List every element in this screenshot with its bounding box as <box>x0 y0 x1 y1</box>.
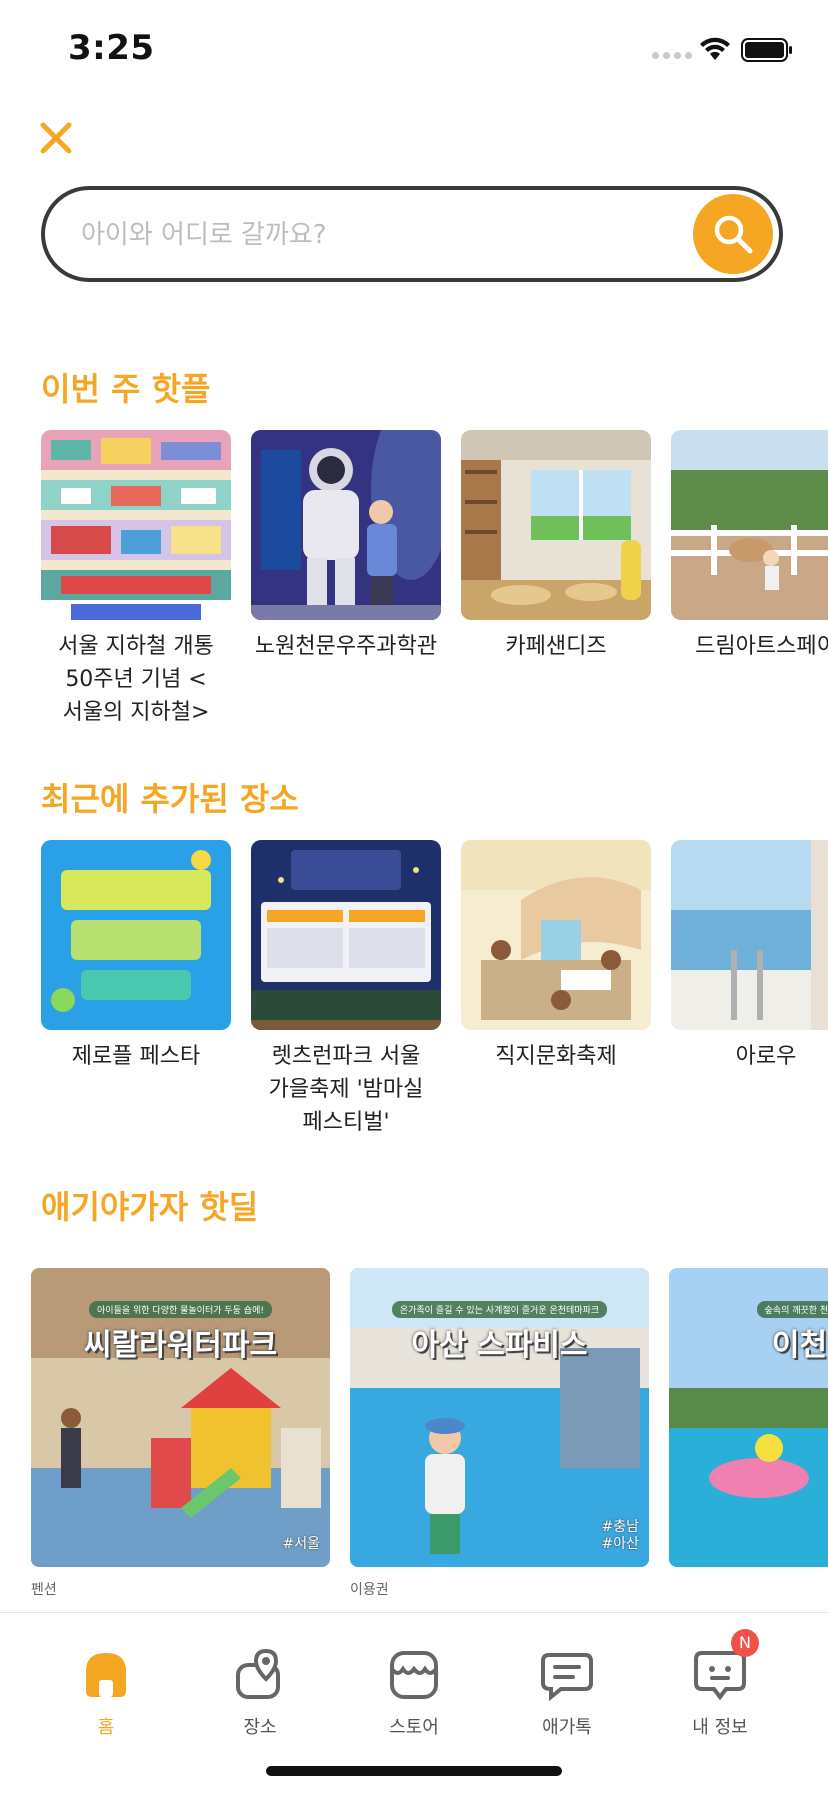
section-title-recent-places: 최근에 추가된 장소 <box>41 780 299 818</box>
map-pin-icon <box>232 1647 288 1703</box>
place-name: 직지문화축제 <box>495 1044 617 1069</box>
deal-subline: 아이들을 위한 다양한 물놀이터가 두둥 숍에! <box>89 1301 272 1318</box>
hot-places-carousel[interactable]: 서울 지하철 개통 50주년 기념 <서울의 지하철> 노원천문우주과학관 카페… <box>41 430 828 729</box>
deal-headline: 이천 테 <box>771 1328 828 1363</box>
search-input[interactable] <box>79 190 683 280</box>
battery-icon <box>741 38 792 62</box>
search-bar <box>41 186 783 282</box>
store-icon <box>386 1647 442 1703</box>
place-name: 드림아트스페이 <box>695 634 828 659</box>
close-button[interactable] <box>38 120 74 156</box>
tab-label: 내 정보 <box>692 1717 748 1738</box>
place-name: 제로플 페스타 <box>71 1044 201 1069</box>
section-title-hot-places: 이번 주 핫플 <box>41 370 211 408</box>
tab-talk[interactable]: 애가톡 <box>507 1647 627 1739</box>
tab-my-info[interactable]: N 내 정보 <box>660 1629 780 1739</box>
cellular-signal-icon <box>652 52 692 59</box>
place-thumbnail <box>251 430 441 620</box>
tab-label: 홈 <box>97 1717 115 1738</box>
place-name: 아로우 <box>735 1044 797 1069</box>
search-icon <box>714 215 753 254</box>
chat-bubble-icon <box>539 1647 595 1703</box>
place-thumbnail <box>461 430 651 620</box>
tab-label: 스토어 <box>389 1717 439 1738</box>
deal-type: 이용권 <box>350 1582 389 1598</box>
place-name: 서울 지하철 개통 50주년 기념 <서울의 지하철> <box>58 634 214 725</box>
deal-type: 펜션 <box>31 1582 57 1598</box>
tab-store[interactable]: 스토어 <box>354 1647 474 1739</box>
deal-card[interactable]: 아이들을 위한 다양한 물놀이터가 두둥 숍에! 씨랄라워터파크 #서울 펜션 <box>31 1268 330 1599</box>
deal-headline: 씨랄라워터파크 <box>83 1328 278 1363</box>
place-card[interactable]: 제로플 페스타 <box>41 840 231 1139</box>
tab-home[interactable]: 홈 <box>46 1647 166 1739</box>
home-indicator[interactable] <box>266 1766 562 1776</box>
deal-thumbnail: 아이들을 위한 다양한 물놀이터가 두둥 숍에! 씨랄라워터파크 #서울 <box>31 1268 330 1567</box>
deal-tag: #충남 #아산 <box>601 1519 640 1552</box>
deal-subline: 온가족이 즐길 수 있는 사계절이 즐거운 온천테마파크 <box>391 1301 608 1318</box>
close-icon <box>40 122 72 154</box>
tab-label: 장소 <box>243 1717 277 1738</box>
place-thumbnail <box>671 840 828 1030</box>
status-time: 3:25 <box>68 28 155 68</box>
recent-places-carousel[interactable]: 제로플 페스타 렛츠런파크 서울 가을축제 '밤마실 페스티벌' 직지문화축제 … <box>41 840 828 1139</box>
place-card[interactable]: 아로우 <box>671 840 828 1139</box>
deal-thumbnail: 온가족이 즐길 수 있는 사계절이 즐거운 온천테마파크 아산 스파비스 #충남… <box>350 1268 649 1567</box>
place-name: 렛츠런파크 서울 가을축제 '밤마실 페스티벌' <box>268 1044 424 1135</box>
place-name: 카페샌디즈 <box>505 634 607 659</box>
section-title-hot-deals: 애기야가자 핫딜 <box>41 1188 259 1226</box>
place-card[interactable]: 서울 지하철 개통 50주년 기념 <서울의 지하철> <box>41 430 231 729</box>
place-thumbnail <box>251 840 441 1030</box>
profile-icon: N <box>692 1629 759 1703</box>
place-card[interactable]: 카페샌디즈 <box>461 430 651 729</box>
place-card[interactable]: 렛츠런파크 서울 가을축제 '밤마실 페스티벌' <box>251 840 441 1139</box>
place-card[interactable]: 직지문화축제 <box>461 840 651 1139</box>
search-button[interactable] <box>693 194 773 274</box>
place-thumbnail <box>671 430 828 620</box>
hot-deals-carousel[interactable]: 아이들을 위한 다양한 물놀이터가 두둥 숍에! 씨랄라워터파크 #서울 펜션 <box>31 1268 828 1599</box>
deal-card[interactable]: 온가족이 즐길 수 있는 사계절이 즐거운 온천테마파크 아산 스파비스 #충남… <box>350 1268 649 1599</box>
notification-badge: N <box>731 1629 759 1657</box>
place-name: 노원천문우주과학관 <box>254 634 438 659</box>
wifi-icon <box>700 37 730 60</box>
place-thumbnail <box>461 840 651 1030</box>
deal-headline: 아산 스파비스 <box>411 1328 588 1363</box>
deal-thumbnail: 숲속의 깨끗한 천연 온천수에 이천 테 <box>669 1268 828 1567</box>
deal-subline: 숲속의 깨끗한 천연 온천수에 <box>756 1301 828 1318</box>
place-card[interactable]: 드림아트스페이 <box>671 430 828 729</box>
place-thumbnail <box>41 430 231 620</box>
status-bar: 3:25 <box>0 0 828 100</box>
deal-tag: #서울 <box>282 1536 321 1552</box>
place-card[interactable]: 노원천문우주과학관 <box>251 430 441 729</box>
deal-card[interactable]: 숲속의 깨끗한 천연 온천수에 이천 테 <box>669 1268 828 1599</box>
place-thumbnail <box>41 840 231 1030</box>
tab-label: 애가톡 <box>542 1717 592 1738</box>
home-icon <box>78 1647 134 1703</box>
tab-places[interactable]: 장소 <box>200 1647 320 1739</box>
